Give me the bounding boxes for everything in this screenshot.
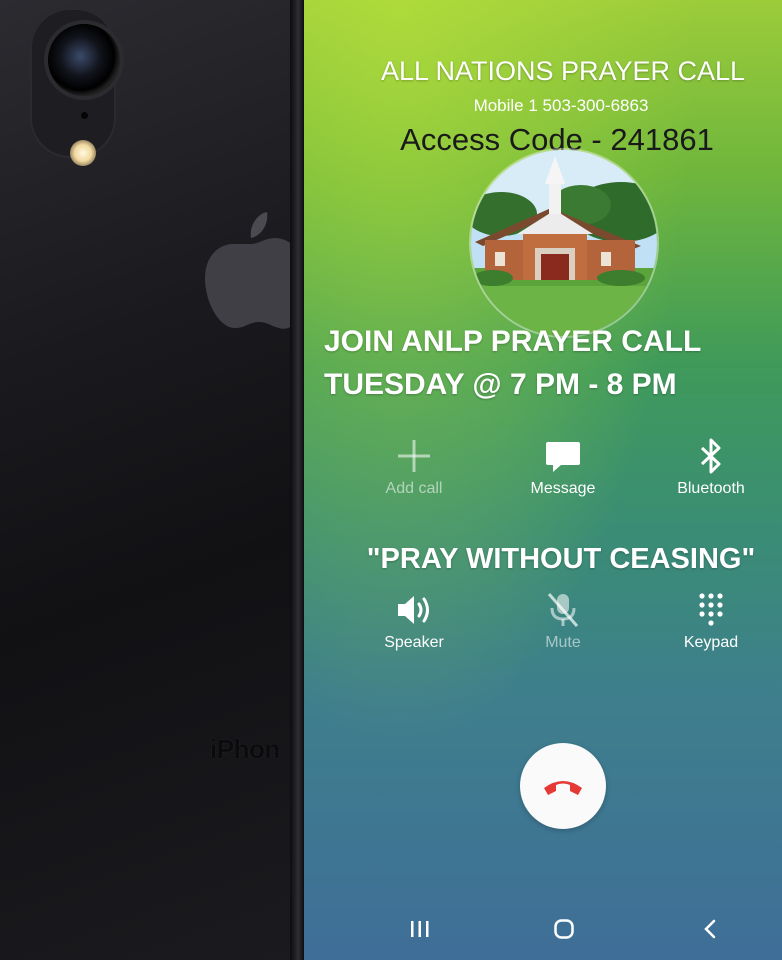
flash-icon — [70, 140, 96, 166]
microphone-dot — [81, 112, 88, 119]
keypad-label: Keypad — [683, 634, 739, 651]
speaker-label: Speaker — [384, 634, 444, 651]
recents-icon — [411, 921, 429, 937]
call-title: ALL NATIONS PRAYER CALL — [380, 56, 746, 86]
back-icon — [704, 919, 716, 939]
camera-lens — [48, 24, 120, 96]
home-button[interactable] — [544, 914, 584, 944]
iphone-model-text: iPhon — [210, 734, 280, 764]
quote-text: "PRAY WITHOUT CEASING" — [366, 543, 756, 575]
bluetooth-icon — [700, 438, 721, 474]
recents-button[interactable] — [400, 914, 440, 944]
add-call-label: Add call — [385, 480, 443, 497]
bluetooth-button[interactable]: Bluetooth — [651, 436, 771, 498]
join-line-1: JOIN ANLP PRAYER CALL — [324, 325, 702, 358]
mute-button[interactable]: Mute — [503, 590, 623, 652]
join-line-2: TUESDAY @ 7 PM - 8 PM — [324, 368, 677, 401]
iphone-back: iPhon — [0, 0, 304, 960]
call-screen: ALL NATIONS PRAYER CALL Mobile 1 503-300… — [304, 0, 782, 960]
contact-avatar — [471, 150, 657, 336]
home-icon — [554, 919, 574, 939]
message-label: Message — [530, 480, 596, 497]
join-announcement: JOIN ANLP PRAYER CALL TUESDAY @ 7 PM - 8… — [324, 320, 701, 406]
speaker-icon — [398, 596, 429, 624]
keypad-button[interactable]: Keypad — [651, 590, 771, 652]
phone-edge — [290, 0, 304, 960]
keypad-icon — [699, 593, 723, 626]
message-button[interactable]: Message — [503, 436, 623, 498]
mic-off-icon — [547, 593, 579, 627]
speaker-button[interactable]: Speaker — [354, 590, 474, 652]
message-icon — [546, 442, 580, 472]
back-button[interactable] — [690, 914, 730, 944]
apple-logo-icon — [205, 212, 297, 329]
end-call-button[interactable] — [520, 743, 606, 829]
end-call-icon — [544, 781, 582, 795]
add-call-button[interactable]: Add call — [354, 436, 474, 498]
mobile-number: Mobile 1 503-300-6863 — [473, 96, 649, 115]
plus-icon — [398, 440, 430, 472]
navigation-bar — [304, 900, 782, 960]
mute-label: Mute — [545, 634, 581, 651]
bluetooth-label: Bluetooth — [677, 480, 745, 497]
